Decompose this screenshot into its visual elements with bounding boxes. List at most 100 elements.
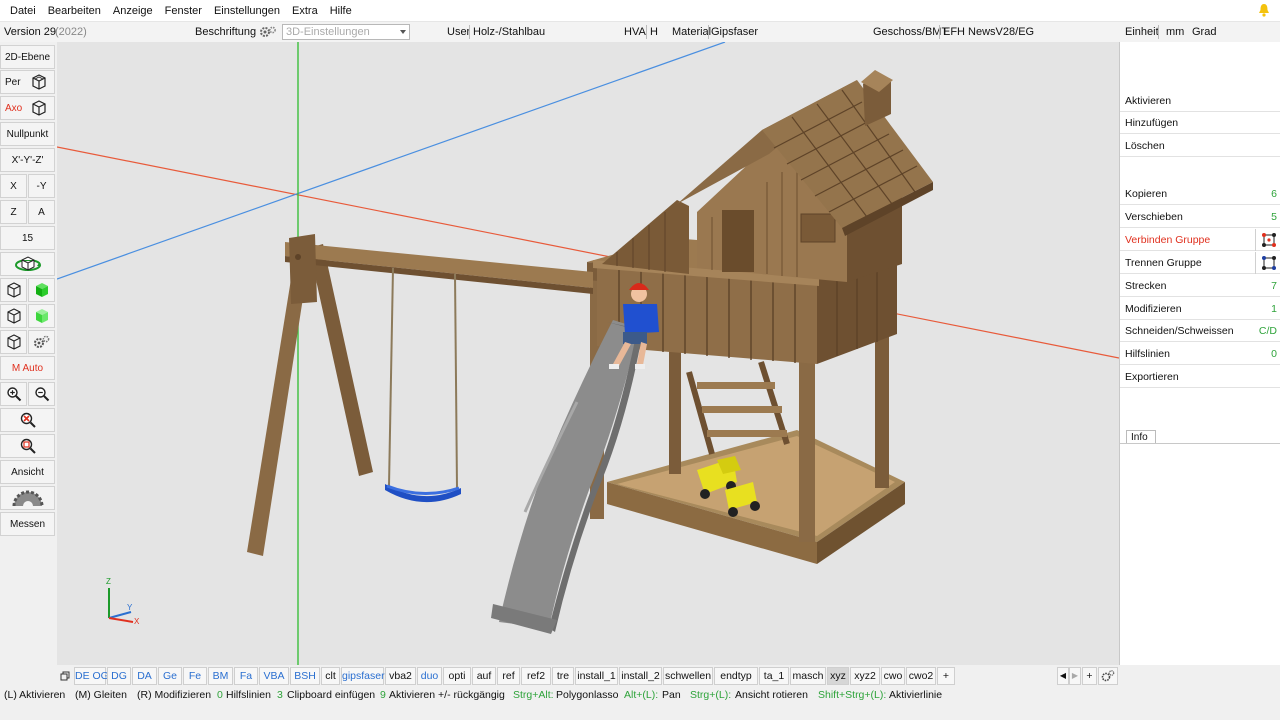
nullpunkt-label: Nullpunkt [6,128,49,140]
aktivieren-button[interactable]: Aktivieren [1120,90,1280,112]
layer-tab[interactable]: install_2 [619,667,662,685]
user-label[interactable]: User [447,22,470,42]
menu-einstellungen[interactable]: Einstellungen [208,0,286,22]
einheit-label[interactable]: Einheit [1125,22,1159,42]
gear-icon[interactable] [259,25,277,39]
layer-tab[interactable]: cwo [881,667,905,685]
tab-add-button[interactable]: + [1082,667,1097,685]
shaded-view-button[interactable] [28,278,55,302]
strecken-button[interactable]: Strecken 7 [1120,275,1280,297]
trennen-gruppe-button[interactable]: Trennen Gruppe [1120,252,1280,274]
angle-step-field[interactable]: 15 [0,226,55,250]
tower-side-wall[interactable] [602,200,689,274]
status-key-polygonlasso: Strg+Alt: [513,689,554,701]
layer-tab[interactable]: Ge [158,667,182,685]
render-view-button[interactable] [28,304,55,328]
loeschen-button[interactable]: Löschen [1120,135,1280,157]
layer-tab[interactable]: opti [443,667,471,685]
zoom-out-button[interactable] [28,382,55,406]
2d-ebene-button[interactable]: 2D-Ebene [0,45,55,69]
layer-tab[interactable]: Fe [183,667,207,685]
layer-tab[interactable]: ta_1 [759,667,789,685]
m-auto-button[interactable]: M Auto [0,356,55,380]
layer-tab[interactable]: ref [497,667,520,685]
layer-tab[interactable]: endtyp [714,667,758,685]
schneiden-schweissen-button[interactable]: Schneiden/Schweissen C/D [1120,320,1280,342]
tab-scroll-left-button[interactable]: ◀ [1057,667,1069,685]
beschriftung-button[interactable]: Beschriftung [195,22,256,42]
connect-group-icon-box[interactable] [1255,229,1280,251]
messen-button[interactable]: Messen [0,512,55,536]
tab-scroll-right-button[interactable]: ▶ [1069,667,1081,685]
layer-tab[interactable]: schwellen [663,667,713,685]
menu-fenster[interactable]: Fenster [159,0,208,22]
a-view-button[interactable]: A [28,200,55,224]
layer-tab[interactable]: Fa [234,667,258,685]
zoom-window-button[interactable] [0,434,55,458]
layer-tab[interactable]: DA [132,667,157,685]
x-view-button[interactable]: X [0,174,27,198]
layer-tab[interactable]: DE OG [74,667,109,685]
nullpunkt-button[interactable]: Nullpunkt [0,122,55,146]
status-hint-gleiten: (M) Gleiten [75,689,127,701]
3d-viewport[interactable]: Z Y X [57,42,1119,665]
z-view-button[interactable]: Z [0,200,27,224]
tab-settings-button[interactable] [1098,667,1118,685]
window-restore-icon[interactable] [60,671,70,681]
menu-datei[interactable]: Datei [4,0,42,22]
layer-tab[interactable]: xyz [827,667,849,685]
layer-tab[interactable]: tre [552,667,574,685]
zoom-reset-button[interactable] [0,408,55,432]
layer-tab[interactable]: clt [321,667,340,685]
kopieren-button[interactable]: Kopieren 6 [1120,183,1280,205]
settings-wheel-button[interactable] [0,486,55,510]
perspective-button[interactable]: Per [0,70,55,94]
ansicht-label: Ansicht [11,466,44,478]
hva-label[interactable]: HVA [624,22,646,42]
layer-tab[interactable]: auf [472,667,496,685]
verschieben-button[interactable]: Verschieben 5 [1120,206,1280,228]
geschoss-label[interactable]: Geschoss/BMT [873,22,948,42]
rotate-view-button[interactable] [0,252,55,276]
menu-extra[interactable]: Extra [286,0,324,22]
layer-tab[interactable]: install_1 [575,667,618,685]
layer-tab[interactable]: xyz2 [850,667,880,685]
layer-tab[interactable]: duo [417,667,442,685]
exportieren-button[interactable]: Exportieren [1120,366,1280,388]
layer-tab[interactable]: masch [790,667,826,685]
wireframe-view-button[interactable] [0,278,27,302]
divider [646,25,647,39]
slide[interactable] [491,320,643,634]
layer-tab[interactable]: cwo2 [906,667,936,685]
cube-settings-button[interactable] [0,330,27,354]
layer-tab[interactable]: DG [107,667,131,685]
swing[interactable] [385,267,461,503]
info-tab[interactable]: Info [1126,430,1156,444]
menu-anzeige[interactable]: Anzeige [107,0,159,22]
split-group-icon-box[interactable] [1255,252,1280,274]
bell-icon[interactable] [1258,3,1270,17]
zoom-in-button[interactable] [0,382,27,406]
ansicht-button[interactable]: Ansicht [0,460,55,484]
layer-tab[interactable]: VBA [259,667,289,685]
neg-y-view-button[interactable]: -Y [28,174,55,198]
hidden-line-view-button[interactable] [0,304,27,328]
layer-tab[interactable]: gipsfaser [341,667,385,685]
layer-tab[interactable]: + [937,667,955,685]
verbinden-gruppe-button[interactable]: Verbinden Gruppe [1120,229,1280,251]
menu-bearbeiten[interactable]: Bearbeiten [42,0,107,22]
3d-settings-select[interactable]: 3D-Einstellungen [282,24,410,40]
menu-hilfe[interactable]: Hilfe [324,0,358,22]
layer-tab[interactable]: BM [208,667,233,685]
hinzufuegen-button[interactable]: Hinzufügen [1120,112,1280,134]
modifizieren-button[interactable]: Modifizieren 1 [1120,298,1280,320]
layer-tab[interactable]: BSH [290,667,320,685]
3d-scene[interactable]: Z Y X [57,42,1119,665]
xyz-button[interactable]: X'-Y'-Z' [0,148,55,172]
layer-tab[interactable]: ref2 [521,667,551,685]
hilfslinien-button[interactable]: Hilfslinien 0 [1120,343,1280,365]
axo-button[interactable]: Axo [0,96,55,120]
view-settings-button[interactable] [28,330,55,354]
material-label[interactable]: Material [672,22,711,42]
layer-tab[interactable]: vba2 [385,667,416,685]
